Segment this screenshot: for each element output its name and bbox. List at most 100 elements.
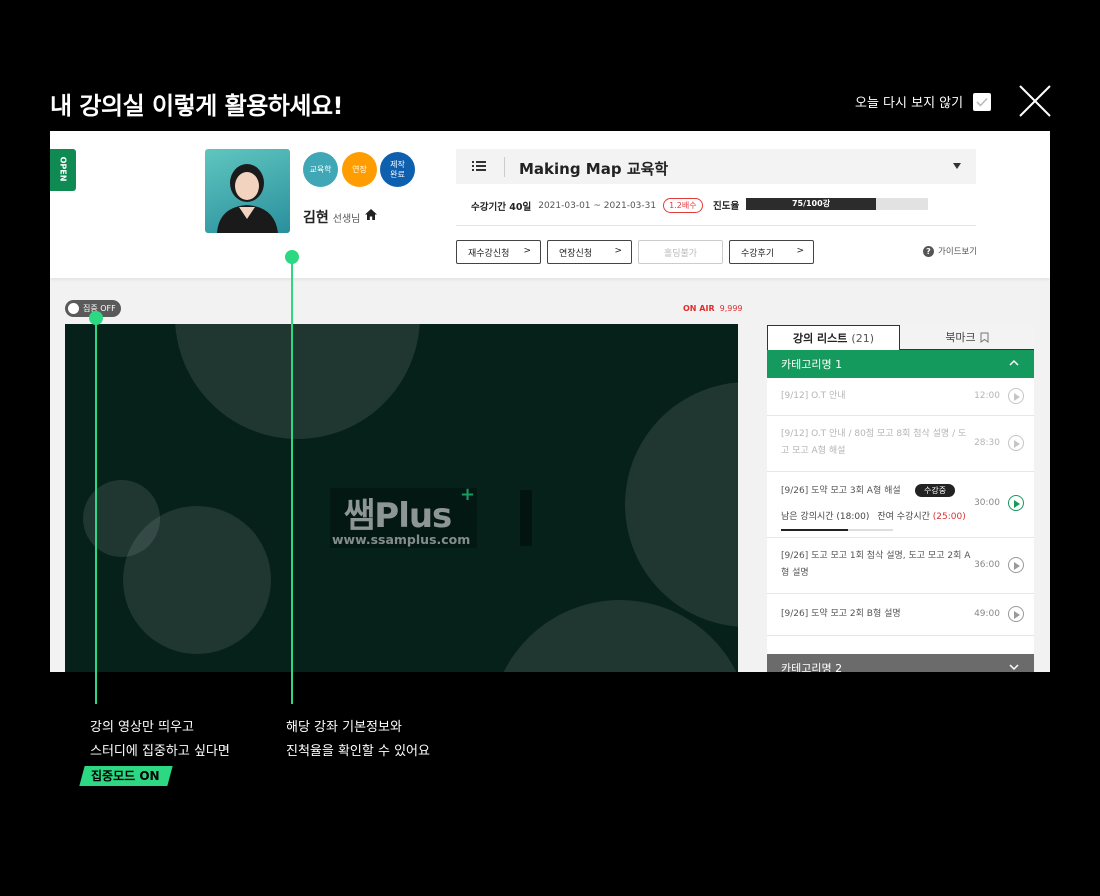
logo-text: 쌤Plus <box>344 496 452 536</box>
lecture-item[interactable]: [9/12] O.T 안내 / 80점 모고 8회 첨삭 설명 / 도고 모고 … <box>767 416 1034 472</box>
onair-indicator: ON AIR 9,999 <box>683 304 743 313</box>
tab-lecture-list-label: 강의 리스트 <box>792 332 848 345</box>
logo-bar <box>520 490 532 546</box>
tab-bookmark[interactable]: 북마크 <box>900 325 1034 350</box>
modal-title: 내 강의실 이렇게 활용하세요! <box>50 92 343 120</box>
caret-down-icon <box>953 163 961 169</box>
focus-mode-tag: 집중모드 ON <box>79 766 173 786</box>
left-time: 잔여 수강시간 (25:00) <box>877 509 965 522</box>
lecture-meta: 남은 강의시간 (18:00) 잔여 수강시간 (25:00) <box>781 509 966 522</box>
open-tab-label: OPEN <box>58 156 68 182</box>
note-focus-line1: 강의 영상만 띄우고 <box>90 720 194 735</box>
lecture-progress-fill <box>781 529 849 531</box>
sidebar-tabs: 강의 리스트 (21) 북마크 <box>767 325 1034 350</box>
lecture-duration: 49:00 <box>974 609 1000 619</box>
play-icon[interactable] <box>1008 495 1024 511</box>
lecture-item[interactable]: [9/26] 도고 모고 1회 첨삭 설명, 도고 모고 2회 A형 설명 36… <box>767 538 1034 594</box>
note-course-info: 해당 강좌 기본정보와 진척율을 확인할 수 있어요 <box>286 716 430 764</box>
note-info-line1: 해당 강좌 기본정보와 <box>286 720 402 735</box>
extend-button[interactable]: 연장신청 > <box>547 240 632 264</box>
lecture-duration: 36:00 <box>974 560 1000 570</box>
chevron-up-icon <box>1009 359 1019 366</box>
check-icon <box>976 97 988 107</box>
course-period: 수강기간 40일 2021-03-01 ~ 2021-03-31 1.2배수 <box>471 198 703 213</box>
category-1-label: 카테고리명 1 <box>781 358 843 371</box>
focus-mode-tag-label: 집중모드 ON <box>91 769 160 783</box>
teacher-photo <box>205 149 290 233</box>
course-title: Making Map 교육학 <box>519 160 669 178</box>
onair-count: 9,999 <box>719 304 743 313</box>
divider <box>504 157 505 177</box>
decor-circle <box>625 382 738 627</box>
badge-subject: 교육학 <box>303 152 338 187</box>
speed-tag: 1.2배수 <box>663 198 703 213</box>
close-icon <box>1019 85 1051 117</box>
lecture-title: [9/26] 도고 모고 1회 첨삭 설명, 도고 모고 2회 A형 설명 <box>781 551 971 578</box>
logo-plus: + <box>460 484 476 505</box>
progress-text: 75/100강 <box>791 199 831 208</box>
holding-button: 홀딩불가 <box>638 240 723 264</box>
tab-bookmark-label: 북마크 <box>945 331 976 344</box>
lecture-duration: 12:00 <box>974 391 1000 401</box>
teacher-portrait-icon <box>217 164 278 233</box>
close-button[interactable] <box>1018 84 1052 118</box>
left-time-value: (25:00) <box>932 512 966 522</box>
badge-extension: 연장 <box>342 152 377 187</box>
lecture-item[interactable]: [9/12] O.T 안내 12:00 <box>767 378 1034 416</box>
lecture-title: [9/12] O.T 안내 <box>781 391 846 401</box>
decor-circle <box>175 324 420 439</box>
period-range: 2021-03-01 ~ 2021-03-31 <box>538 200 657 211</box>
play-icon[interactable] <box>1008 606 1024 622</box>
teacher-name-text: 김현 <box>303 210 329 226</box>
category-1[interactable]: 카테고리명 1 <box>767 350 1034 378</box>
logo-url: www.ssamplus.com <box>332 532 471 547</box>
course-select[interactable]: Making Map 교육학 <box>456 149 976 184</box>
dont-show-checkbox[interactable] <box>973 92 992 111</box>
holding-label: 홀딩불가 <box>663 248 698 259</box>
onair-label: ON AIR <box>683 304 715 313</box>
toggle-knob <box>68 303 79 314</box>
review-label: 수강후기 <box>741 248 775 259</box>
teacher-suffix: 선생님 <box>332 214 361 225</box>
retake-button[interactable]: 재수강신청 > <box>456 240 541 264</box>
category-2-label: 카테고리명 2 <box>781 662 843 672</box>
play-icon[interactable] <box>1008 557 1024 573</box>
guide-link[interactable]: ? 가이드보기 <box>923 245 977 257</box>
open-tab[interactable]: OPEN <box>50 149 76 191</box>
play-icon[interactable] <box>1008 388 1024 404</box>
period-label: 수강기간 40일 <box>471 201 532 213</box>
remaining-time: 남은 강의시간 (18:00) <box>781 512 870 522</box>
badge-production: 제작 완료 <box>380 152 415 187</box>
tab-lecture-list-count: (21) <box>851 331 875 345</box>
dont-show-today[interactable]: 오늘 다시 보지 않기 <box>855 92 992 111</box>
note-info-line2: 진척율을 확인할 수 있어요 <box>286 744 430 759</box>
note-focus-mode: 강의 영상만 띄우고 스터디에 집중하고 싶다면 <box>90 716 230 764</box>
progress-bar: 75/100강 <box>746 198 928 210</box>
lecture-sidebar: 강의 리스트 (21) 북마크 카테고리명 1 [9/12] O.T 안내 12… <box>767 325 1034 672</box>
badge-production-label: 제작 완료 <box>390 160 405 179</box>
header-divider <box>456 225 976 226</box>
note-focus-line2: 스터디에 집중하고 싶다면 <box>90 744 230 759</box>
guide-line-focus <box>95 318 97 704</box>
lecture-title: [9/26] 도약 모고 2회 B형 설명 <box>781 609 901 619</box>
decor-circle <box>123 506 271 654</box>
video-player[interactable]: 쌤Plus + www.ssamplus.com <box>65 324 738 672</box>
chevron-down-icon <box>1009 664 1019 671</box>
dont-show-label: 오늘 다시 보지 않기 <box>855 96 964 111</box>
play-icon[interactable] <box>1008 435 1024 451</box>
tab-lecture-list[interactable]: 강의 리스트 (21) <box>767 325 900 350</box>
course-header: OPEN 교육학 연장 제작 완료 김현 선생님 Making Map 교육학 … <box>50 131 1050 278</box>
help-icon: ? <box>923 245 934 257</box>
lecture-item[interactable]: [9/26] 도약 모고 2회 B형 설명 49:00 <box>767 594 1034 636</box>
guide-dot-focus <box>89 311 103 325</box>
classroom-preview: OPEN 교육학 연장 제작 완료 김현 선생님 Making Map 교육학 … <box>50 131 1050 672</box>
category-2[interactable]: 카테고리명 2 <box>767 654 1034 672</box>
teacher-name: 김현 선생님 <box>303 207 360 227</box>
home-icon[interactable] <box>364 208 378 221</box>
lecture-item-current[interactable]: [9/26] 도약 모고 3회 A형 해설 수강중 남은 강의시간 (18:00… <box>767 472 1034 538</box>
lecture-duration: 30:00 <box>974 498 1000 508</box>
guide-label: 가이드보기 <box>938 247 978 257</box>
lecture-duration: 28:30 <box>974 438 1000 448</box>
list-icon <box>472 161 486 171</box>
review-button[interactable]: 수강후기 > <box>729 240 814 264</box>
